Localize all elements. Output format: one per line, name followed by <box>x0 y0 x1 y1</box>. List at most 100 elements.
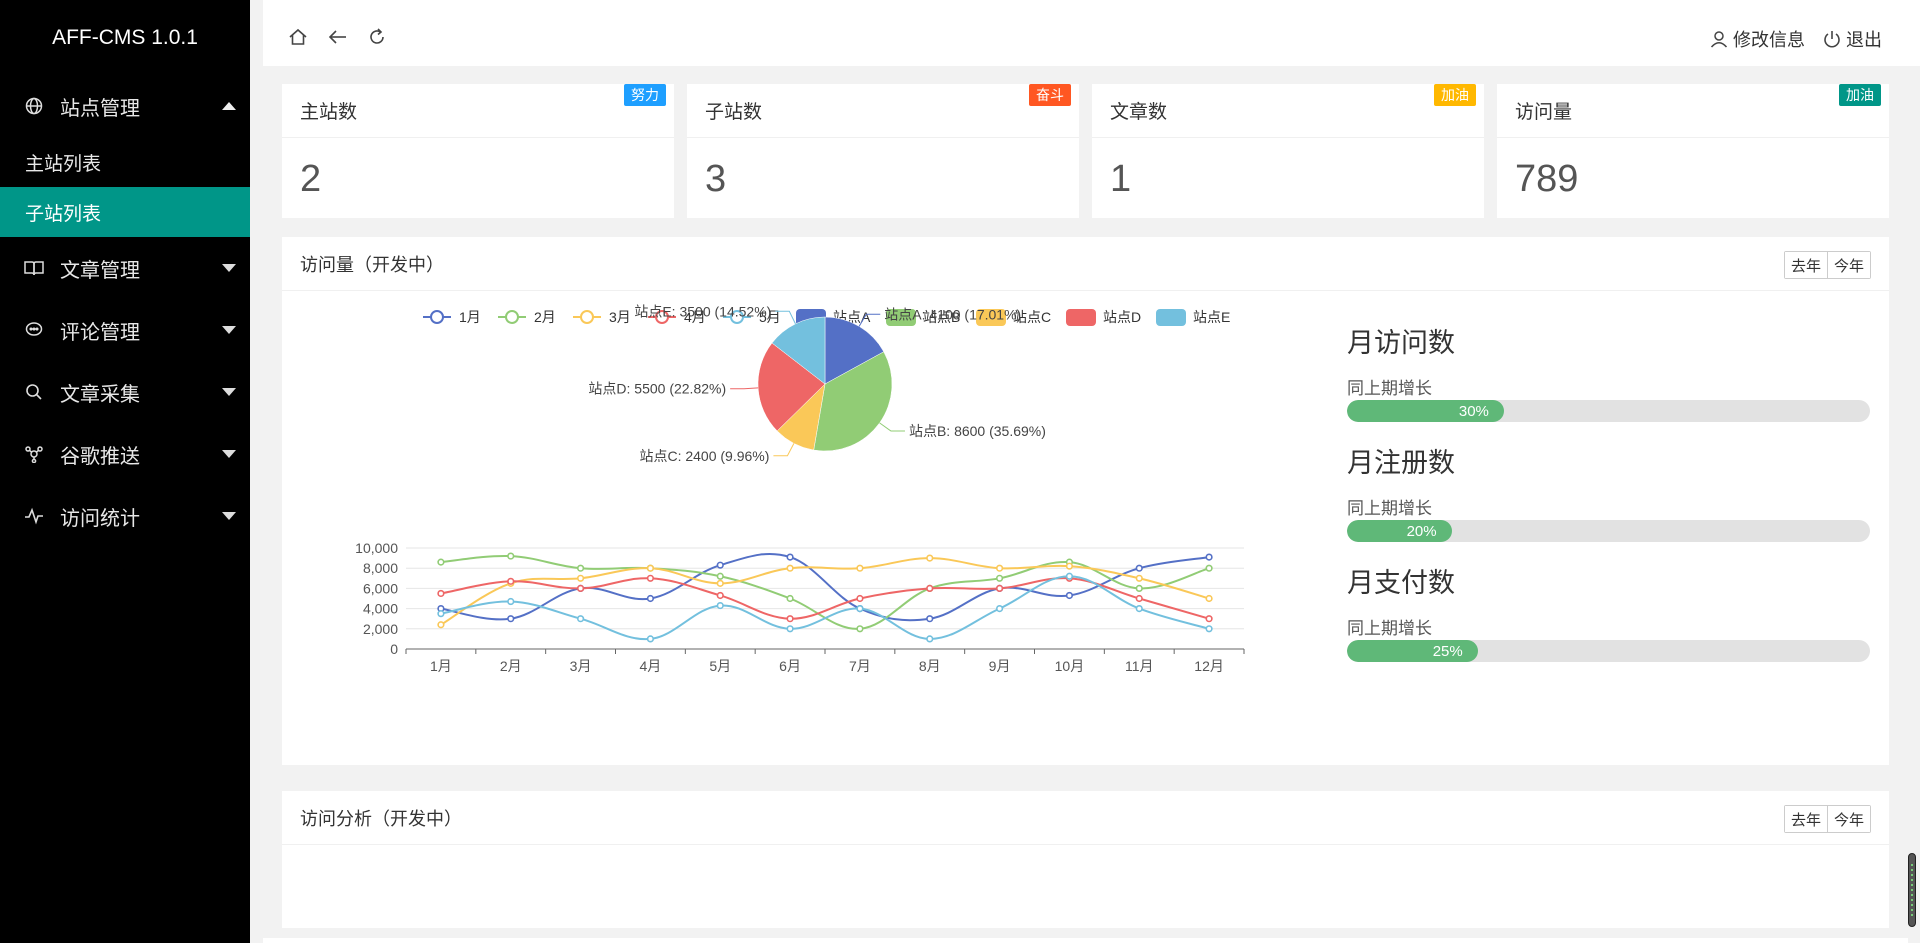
data-point <box>995 584 1004 593</box>
data-point <box>786 553 794 561</box>
x-tick-label: 4月 <box>640 658 662 674</box>
stat-value: 3 <box>705 158 727 200</box>
data-point <box>576 584 585 593</box>
page-scrollbar[interactable] <box>1908 853 1916 927</box>
logout-link[interactable]: 退出 <box>1822 26 1882 52</box>
visits-chart: 1月 2月 3月 4月 5月 站点A 站点B 站点C 站点D 站点E站点A: 4100 (17.0… <box>355 303 1245 674</box>
data-point <box>1135 564 1143 572</box>
year-toggle: 去年 今年 <box>1783 251 1871 279</box>
pie-label-line <box>879 422 905 432</box>
edit-profile-link[interactable]: 修改信息 <box>1709 26 1805 52</box>
year-toggle: 去年 今年 <box>1783 805 1871 833</box>
data-point <box>1205 564 1213 572</box>
caret-down-icon <box>222 388 236 396</box>
stat-card-visits: 访问量 加油 789 <box>1497 84 1889 218</box>
progress-value: 20% <box>1406 522 1437 540</box>
nav-comment-management[interactable]: 评论管理 <box>0 299 250 361</box>
stat-card-sub-sites: 子站数 奋斗 3 <box>687 84 1079 218</box>
stat-value: 789 <box>1515 158 1579 200</box>
nav-article-management[interactable]: 文章管理 <box>0 237 250 299</box>
data-point <box>507 615 515 623</box>
data-point <box>716 601 724 610</box>
data-point <box>437 621 445 629</box>
panel-title: 访问量（开发中） <box>300 254 444 275</box>
progress-bar: 25% <box>1347 640 1870 662</box>
pie-label: 站点E: 3500 (14.52%) <box>634 303 771 319</box>
share-icon <box>24 444 44 464</box>
last-year-button[interactable]: 去年 <box>1784 806 1827 832</box>
data-point <box>856 594 864 603</box>
data-point <box>1065 562 1074 570</box>
monthly-payments-title: 月支付数 <box>1347 568 1455 598</box>
data-point <box>646 594 655 603</box>
legend-label: 站点E <box>1193 309 1230 325</box>
data-point <box>716 579 724 587</box>
book-icon <box>24 258 44 278</box>
y-tick-label: 4,000 <box>363 601 398 617</box>
user-icon <box>1710 31 1728 48</box>
search-icon <box>24 382 44 402</box>
data-point <box>786 594 794 603</box>
legend-label: 2月 <box>534 309 556 325</box>
y-tick-label: 8,000 <box>363 560 398 576</box>
progress-fill: 30% <box>1347 400 1504 422</box>
caret-down-icon <box>222 450 236 458</box>
data-point <box>1205 553 1213 561</box>
nav-google-push[interactable]: 谷歌推送 <box>0 423 250 485</box>
stat-badge: 加油 <box>1839 84 1881 106</box>
data-point <box>507 552 515 560</box>
nav-item-sub-sites[interactable]: 子站列表 <box>0 187 250 237</box>
monthly-registrations-title: 月注册数 <box>1347 448 1455 478</box>
back-icon[interactable] <box>326 25 350 49</box>
this-year-button[interactable]: 今年 <box>1826 252 1870 278</box>
data-point <box>1205 625 1213 633</box>
nav-label: 文章管理 <box>60 259 140 282</box>
nav-article-collect[interactable]: 文章采集 <box>0 361 250 423</box>
data-point <box>786 625 794 633</box>
x-tick-label: 2月 <box>500 658 522 674</box>
nav-group-site: 站点管理 主站列表 子站列表 <box>0 75 250 237</box>
data-point <box>1135 605 1143 613</box>
refresh-icon[interactable] <box>365 25 389 49</box>
app-logo: AFF-CMS 1.0.1 <box>52 25 198 49</box>
legend-label: 站点D <box>1103 309 1141 325</box>
data-point <box>437 610 445 618</box>
pie-label: 站点A: 4100 (17.01%) <box>884 306 1021 322</box>
data-point <box>507 597 515 606</box>
globe-icon <box>24 96 44 116</box>
stat-card-articles: 文章数 加油 1 <box>1092 84 1484 218</box>
x-tick-label: 3月 <box>570 658 592 674</box>
home-icon[interactable] <box>286 25 310 49</box>
stat-badge: 奋斗 <box>1029 84 1071 106</box>
growth-label: 同上期增长 <box>1347 499 1432 518</box>
data-point <box>1205 615 1213 623</box>
progress-fill: 25% <box>1347 640 1478 662</box>
data-point <box>926 584 934 593</box>
power-icon <box>1824 31 1840 48</box>
y-tick-label: 10,000 <box>355 540 398 556</box>
pie-label: 站点D: 5500 (22.82%) <box>588 381 726 397</box>
nav-label: 谷歌推送 <box>60 445 140 468</box>
pie-label-line <box>730 387 759 390</box>
nav-item-main-sites[interactable]: 主站列表 <box>0 137 250 187</box>
data-point <box>576 615 585 623</box>
pie-label: 站点C: 2400 (9.96%) <box>639 448 769 464</box>
y-tick-label: 0 <box>390 641 398 657</box>
stat-badge: 努力 <box>624 84 666 106</box>
bottom-strip <box>263 938 1908 943</box>
growth-label: 同上期增长 <box>1347 379 1432 398</box>
nav-visit-stats[interactable]: 访问统计 <box>0 485 250 547</box>
nav-label: 文章采集 <box>60 383 140 406</box>
data-point <box>716 591 724 600</box>
legend-circle-marker <box>505 310 519 324</box>
data-point <box>437 558 445 566</box>
stat-card-main-sites: 主站数 努力 2 <box>282 84 674 218</box>
this-year-button[interactable]: 今年 <box>1826 806 1870 832</box>
nav-site-management[interactable]: 站点管理 <box>0 75 250 137</box>
x-tick-label: 12月 <box>1194 658 1224 674</box>
data-point <box>926 554 934 562</box>
legend-label: 3月 <box>609 309 631 325</box>
last-year-button[interactable]: 去年 <box>1784 252 1827 278</box>
nav-label: 评论管理 <box>60 321 140 344</box>
data-point <box>1065 591 1074 600</box>
